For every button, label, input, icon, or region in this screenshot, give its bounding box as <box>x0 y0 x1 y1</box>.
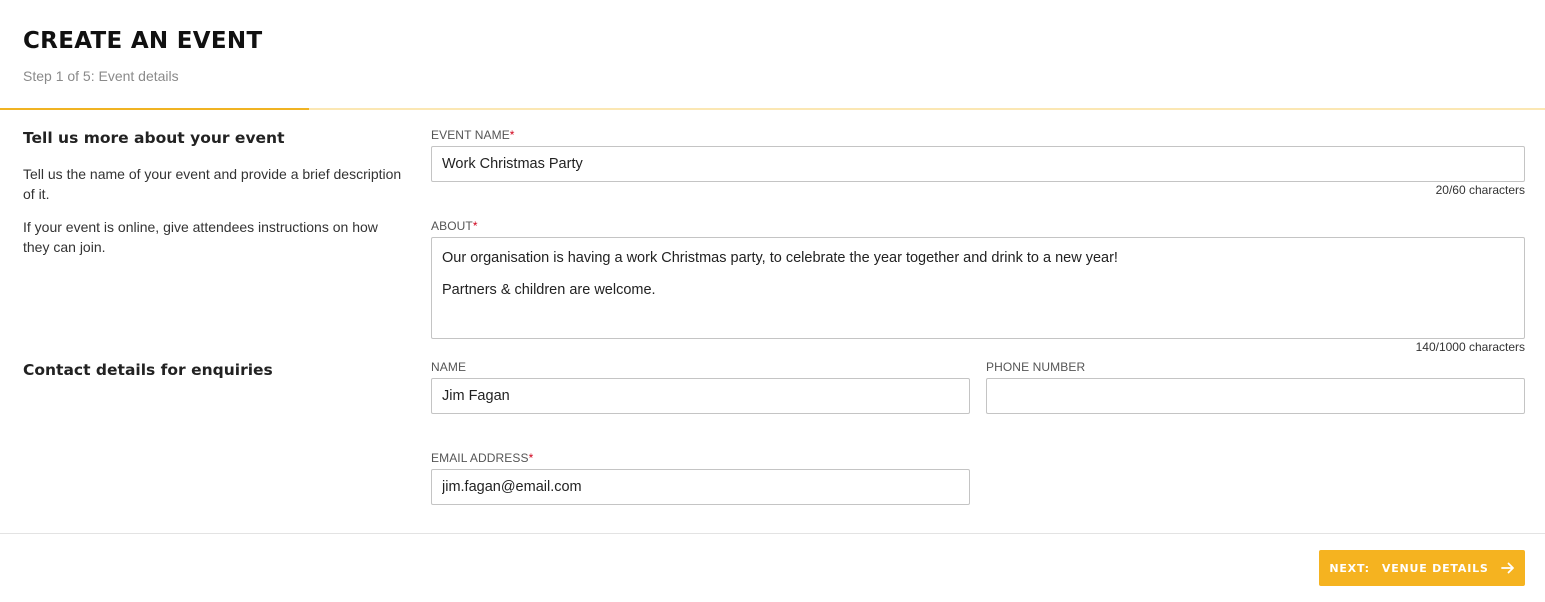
email-label: EMAIL ADDRESS* <box>431 451 533 465</box>
page-title: CREATE AN EVENT <box>23 28 263 54</box>
event-name-label-text: EVENT NAME <box>431 128 510 142</box>
footer-divider <box>0 533 1545 534</box>
phone-label: PHONE NUMBER <box>986 360 1085 374</box>
event-section-description: Tell us the name of your event and provi… <box>23 166 402 202</box>
next-button-label: VENUE DETAILS <box>1381 561 1489 575</box>
about-label-text: ABOUT <box>431 219 473 233</box>
required-marker: * <box>472 219 478 233</box>
step-indicator: Step 1 of 5: Event details <box>23 68 179 84</box>
required-marker: * <box>528 451 534 465</box>
required-marker: * <box>509 128 515 142</box>
about-char-counter: 140/1000 characters <box>1415 340 1525 354</box>
about-textarea[interactable]: Our organisation is having a work Christ… <box>431 237 1525 339</box>
name-label-text: NAME <box>431 360 467 374</box>
create-event-page: CREATE AN EVENT Step 1 of 5: Event detai… <box>0 0 1545 602</box>
event-section-online-note: If your event is online, give attendees … <box>23 219 378 255</box>
event-name-char-counter: 20/60 characters <box>1435 183 1525 197</box>
about-label: ABOUT* <box>431 219 478 233</box>
next-button-prefix: NEXT: <box>1329 561 1370 575</box>
progress-bar-fill <box>0 108 309 110</box>
email-label-text: EMAIL ADDRESS <box>431 451 529 465</box>
contact-name-input[interactable] <box>431 378 970 414</box>
phone-number-input[interactable] <box>986 378 1525 414</box>
event-name-label: EVENT NAME* <box>431 128 515 142</box>
about-text-line: Our organisation is having a work Christ… <box>442 250 1118 266</box>
phone-label-text: PHONE NUMBER <box>986 360 1086 374</box>
progress-bar <box>0 108 1545 110</box>
contact-section-heading: Contact details for enquiries <box>23 361 273 379</box>
event-name-input[interactable] <box>431 146 1525 182</box>
next-venue-details-button[interactable]: NEXT: VENUE DETAILS <box>1319 550 1525 586</box>
email-address-input[interactable] <box>431 469 970 505</box>
name-label: NAME <box>431 360 466 374</box>
event-section-heading: Tell us more about your event <box>23 129 285 147</box>
arrow-right-icon <box>1500 561 1515 575</box>
about-text-line: Partners & children are welcome. <box>442 282 656 298</box>
